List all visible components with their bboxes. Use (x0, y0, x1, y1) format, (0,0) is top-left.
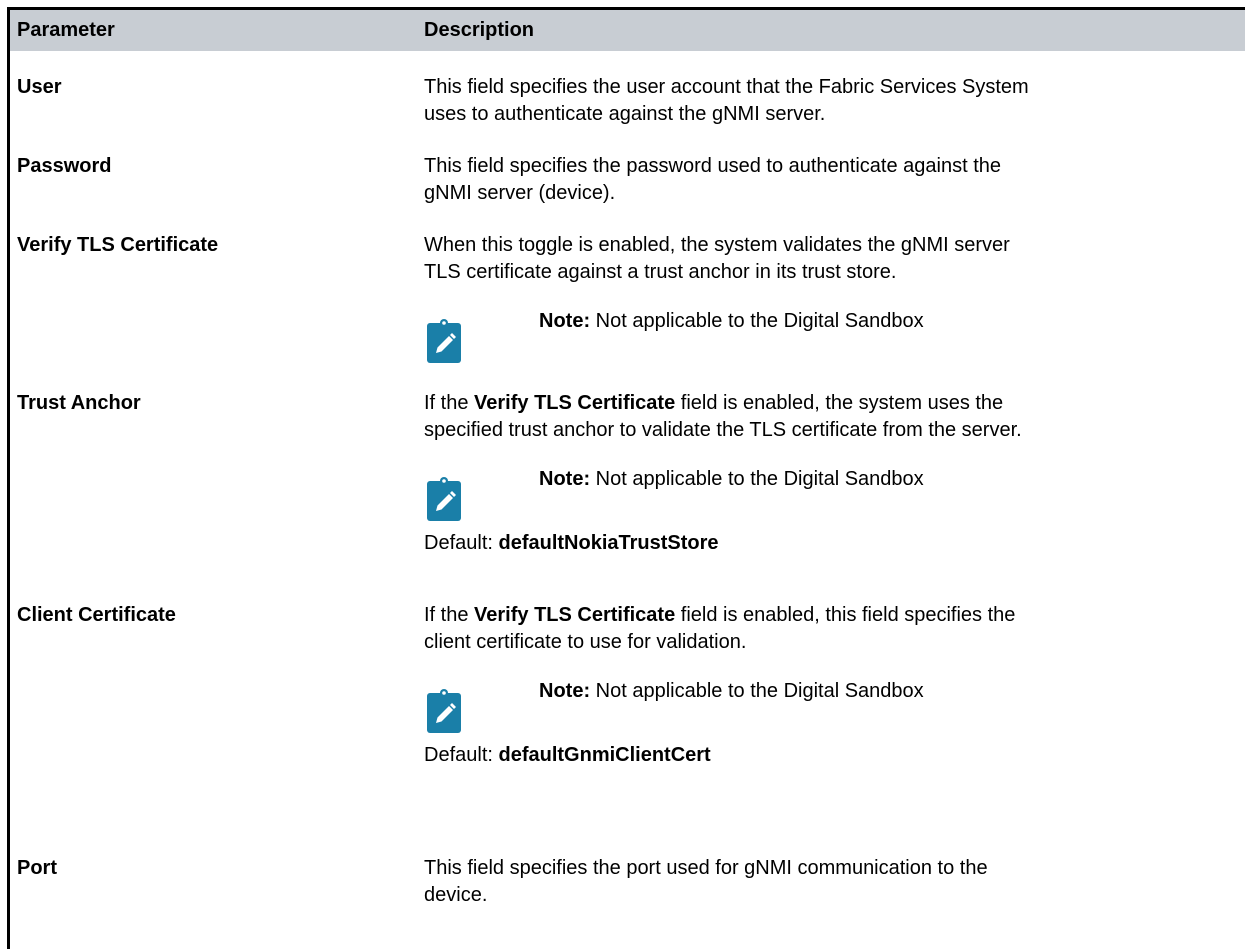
header-description: Description (424, 19, 535, 41)
param-name: Port (17, 857, 57, 879)
note-body: Not applicable to the Digital Sandbox (595, 310, 924, 332)
default-line: Default: defaultGnmiClientCert (424, 742, 1234, 769)
description-line: This field specifies the user account th… (424, 76, 1029, 98)
default-label: Default: (424, 744, 499, 766)
description-text: If the (424, 604, 475, 626)
param-description: This field specifies the password used t… (424, 153, 1234, 207)
note-text: Note: Not applicable to the Digital Sand… (539, 308, 924, 335)
note-pencil-icon (427, 689, 461, 733)
default-value: defaultGnmiClientCert (498, 744, 711, 766)
description-bold: Verify TLS Certificate (474, 392, 676, 414)
param-name: Trust Anchor (17, 392, 141, 414)
description-line: client certificate to use for validation… (424, 631, 747, 653)
param-name: User (17, 76, 62, 98)
param-description: If the Verify TLS Certificate field is e… (424, 390, 1234, 557)
description-line: When this toggle is enabled, the system … (424, 234, 1010, 256)
note-block: Note: Not applicable to the Digital Sand… (424, 678, 1234, 742)
description-line: If the Verify TLS Certificate field is e… (424, 390, 1234, 417)
param-description: This field specifies the user account th… (424, 74, 1234, 128)
description-line: device. (424, 884, 488, 906)
description-text: If the (424, 392, 475, 414)
note-pencil-icon (427, 319, 461, 363)
note-text: Note: Not applicable to the Digital Sand… (539, 678, 924, 705)
note-label: Note: (539, 468, 591, 490)
description-line: If the Verify TLS Certificate field is e… (424, 602, 1234, 629)
note-body: Not applicable to the Digital Sandbox (595, 468, 924, 490)
default-label: Default: (424, 532, 499, 554)
note-body: Not applicable to the Digital Sandbox (595, 680, 924, 702)
table-header-row: Parameter Description (10, 10, 1245, 52)
param-description: When this toggle is enabled, the system … (424, 232, 1234, 372)
parameter-table: Parameter Description User This field sp… (7, 7, 1245, 949)
param-description: This field specifies the port used for g… (424, 855, 1234, 909)
description-text: field is enabled, this field specifies t… (675, 604, 1016, 626)
description-line: uses to authenticate against the gNMI se… (424, 103, 826, 125)
note-text: Note: Not applicable to the Digital Sand… (539, 466, 924, 493)
param-name: Client Certificate (17, 604, 176, 626)
note-label: Note: (539, 310, 591, 332)
header-parameter: Parameter (17, 19, 115, 41)
note-pencil-icon (427, 477, 461, 521)
param-name: Verify TLS Certificate (17, 234, 219, 256)
description-line: This field specifies the password used t… (424, 155, 1002, 177)
default-value: defaultNokiaTrustStore (498, 532, 719, 554)
note-block: Note: Not applicable to the Digital Sand… (424, 466, 1234, 530)
note-block: Note: Not applicable to the Digital Sand… (424, 308, 1234, 372)
note-label: Note: (539, 680, 591, 702)
description-bold: Verify TLS Certificate (474, 604, 676, 626)
param-name: Password (17, 155, 112, 177)
param-description: If the Verify TLS Certificate field is e… (424, 602, 1234, 769)
description-line: This field specifies the port used for g… (424, 857, 988, 879)
default-line: Default: defaultNokiaTrustStore (424, 530, 1234, 557)
description-line: TLS certificate against a trust anchor i… (424, 261, 897, 283)
description-line: gNMI server (device). (424, 182, 616, 204)
description-line: specified trust anchor to validate the T… (424, 419, 1022, 441)
description-text: field is enabled, the system uses the (675, 392, 1004, 414)
